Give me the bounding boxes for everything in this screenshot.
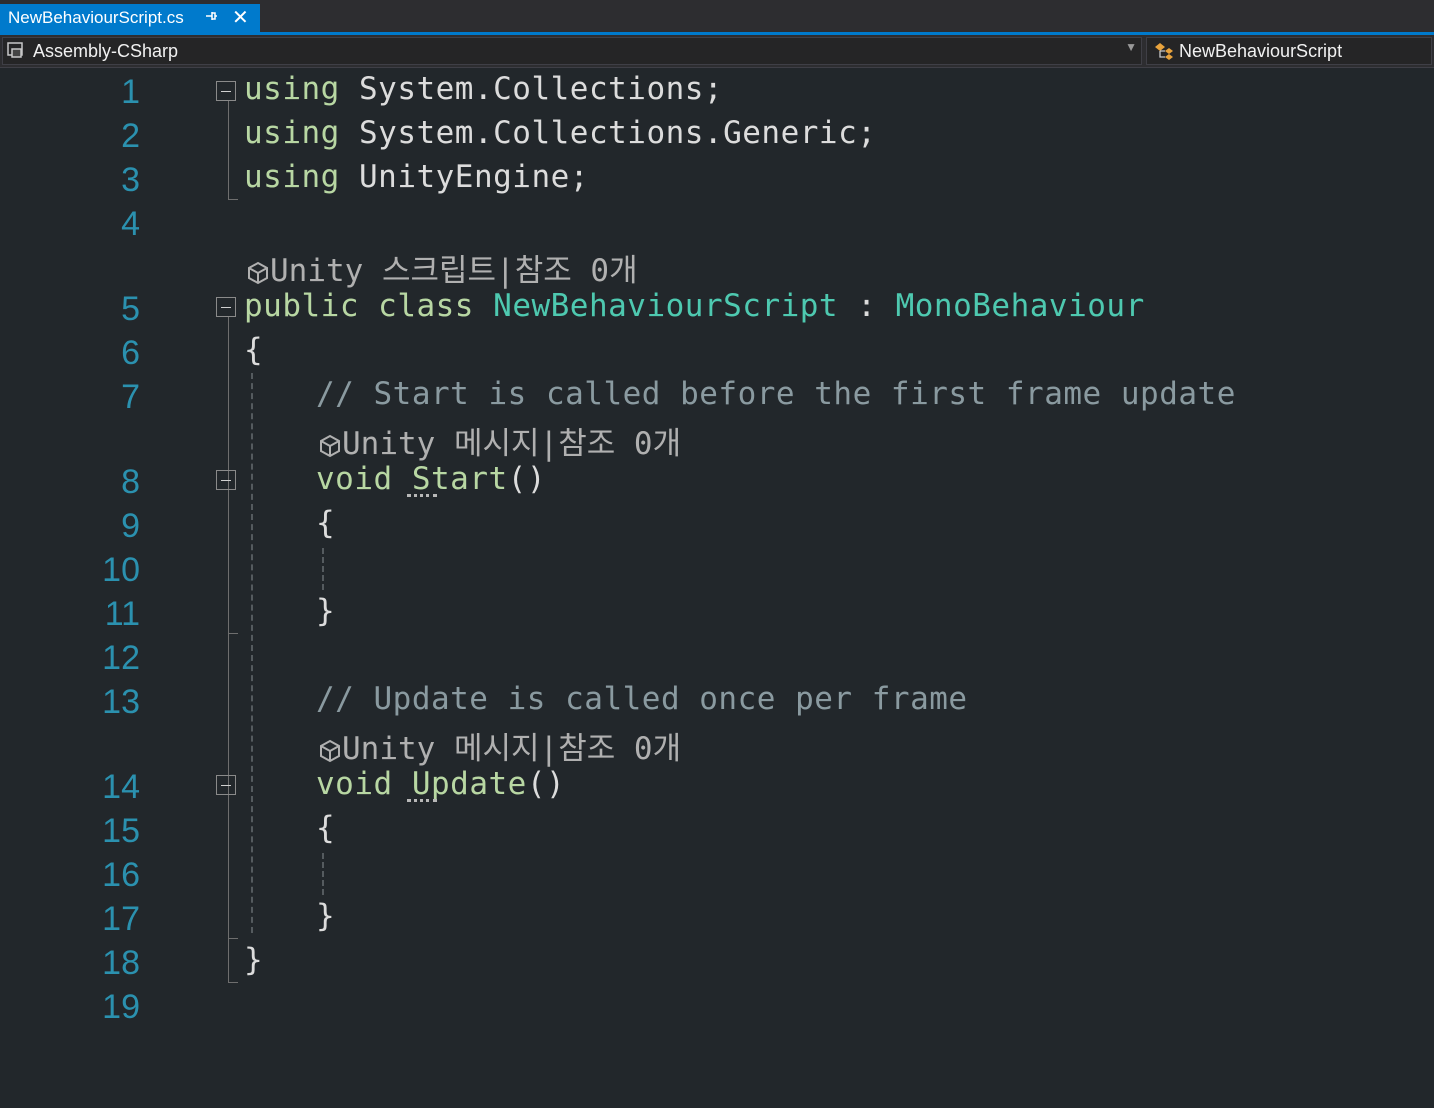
code-line-18[interactable]: } [244,942,263,978]
code-text: UnityEngine; [339,159,589,195]
codelens-unity-message-update[interactable]: Unity 메시지|참조 0개 [318,723,681,768]
line-number: 13 [102,683,140,721]
code-line-3[interactable]: using UnityEngine; [244,159,589,195]
line-number: 11 [104,595,140,633]
line-number: 8 [121,463,140,501]
keyword: using [244,115,340,151]
codelens-text: Unity 스크립트|참조 0개 [270,253,638,289]
line-number: 5 [121,290,140,328]
line-number: 2 [121,117,140,155]
code-line-2[interactable]: using System.Collections.Generic; [244,115,876,151]
tab-newbehaviourscript[interactable]: NewBehaviourScript.cs ✕ [0,4,260,32]
line-number: 18 [102,944,140,982]
type-name: MonoBehaviour [895,288,1145,324]
codelens-unity-script[interactable]: Unity 스크립트|참조 0개 [246,245,638,290]
line-number: 12 [102,639,140,677]
project-name: Assembly-CSharp [33,41,179,61]
line-number: 3 [121,161,140,199]
code-line-9[interactable]: { [316,505,335,541]
code-editor[interactable]: 1 2 3 4 5 6 7 8 9 10 11 12 13 14 15 16 1… [0,68,1434,1108]
code-line-1[interactable]: using System.Collections; [244,71,723,107]
class-icon [1153,41,1175,61]
navigation-bar: Assembly-CSharp ▼ NewBehaviourScript [0,35,1434,68]
unity-cube-icon [320,739,340,762]
indent-guide [251,373,253,933]
line-number: 15 [102,812,140,850]
keyword: public [244,288,359,324]
line-number: 4 [121,205,140,243]
code-line-14[interactable]: void Update() [316,766,565,802]
keyword: void [316,766,393,802]
outline-guide-end [228,982,238,983]
line-number: 6 [121,334,140,372]
code-line-5[interactable]: public class NewBehaviourScript : MonoBe… [244,288,1145,324]
outline-guide-end [228,199,238,200]
unity-cube-icon [320,434,340,457]
chevron-down-icon[interactable]: ▼ [1125,40,1137,54]
tab-title: NewBehaviourScript.cs [8,8,184,27]
csharp-project-icon [7,41,25,59]
code-text: : [838,288,896,324]
code-text: () [507,461,546,497]
outline-guide-end [228,938,238,939]
pin-icon[interactable] [204,4,218,32]
codelens-unity-message-start[interactable]: Unity 메시지|참조 0개 [318,418,681,463]
line-number: 10 [102,551,140,589]
comment-line-7[interactable]: // Start is called before the first fram… [316,376,1236,412]
class-name: NewBehaviourScript [1179,41,1343,61]
code-line-15[interactable]: { [316,810,335,846]
code-line-6[interactable]: { [244,332,263,368]
codelens-text: Unity 메시지|참조 0개 [342,426,682,462]
close-icon[interactable]: ✕ [232,4,249,32]
indent-guide [322,853,324,895]
suggestion-dots[interactable] [407,795,437,802]
line-number: 19 [102,988,140,1026]
document-tab-strip: NewBehaviourScript.cs ✕ [0,0,1434,32]
collapse-class-toggle[interactable] [216,297,236,317]
code-text: System.Collections.Generic; [339,115,877,151]
code-line-17[interactable]: } [316,898,335,934]
line-number: 17 [102,900,140,938]
line-number: 16 [102,856,140,894]
line-number: 9 [121,507,140,545]
unity-cube-icon [248,261,268,284]
keyword: class [378,288,474,324]
line-number: 7 [121,378,140,416]
line-number: 1 [121,73,140,111]
code-text: () [526,766,566,802]
type-name: NewBehaviourScript [493,288,839,324]
project-dropdown[interactable]: Assembly-CSharp ▼ [2,37,1142,65]
suggestion-dots[interactable] [407,490,437,497]
code-line-11[interactable]: } [316,593,335,629]
outline-guide [228,101,229,199]
codelens-text: Unity 메시지|참조 0개 [342,731,682,767]
collapse-start-toggle[interactable] [216,470,236,490]
outline-guide-end [228,633,238,634]
collapse-using-toggle[interactable] [216,81,236,101]
outline-guide [228,317,229,982]
indent-guide [322,548,324,590]
comment-line-13[interactable]: // Update is called once per frame [316,681,968,717]
keyword: void [316,461,393,497]
keyword: using [244,159,340,195]
class-dropdown[interactable]: NewBehaviourScript [1146,37,1432,65]
keyword: using [244,71,340,107]
collapse-update-toggle[interactable] [216,775,236,795]
line-number: 14 [102,768,140,806]
code-text: System.Collections; [339,71,724,107]
